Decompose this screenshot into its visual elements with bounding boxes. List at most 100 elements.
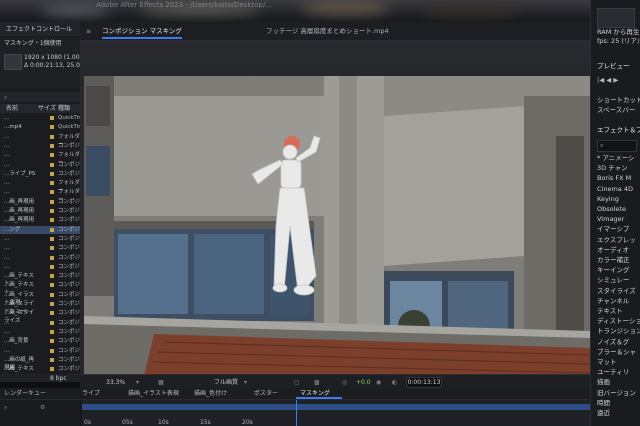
effect-category[interactable]: イマーシブ xyxy=(597,225,629,233)
project-item[interactable]: ... コンポジ xyxy=(0,161,80,169)
search-icon[interactable]: ⌕ xyxy=(4,94,7,101)
effect-category[interactable]: Vimager xyxy=(597,215,624,223)
chevron-down-icon[interactable]: ▾ xyxy=(136,379,139,386)
label-color-swatch[interactable] xyxy=(50,236,54,241)
project-item[interactable]: ...画_テキストコンポジ xyxy=(0,272,80,287)
project-item[interactable]: ...画_再現用 コンポジ xyxy=(0,198,80,206)
label-color-swatch[interactable] xyxy=(50,162,54,167)
column-name[interactable]: 名前 xyxy=(6,105,18,112)
label-color-swatch[interactable] xyxy=(50,357,54,362)
project-item[interactable]: ...画_再現用 コンポジ xyxy=(0,207,80,215)
label-color-swatch[interactable] xyxy=(50,190,54,195)
label-color-swatch[interactable] xyxy=(50,116,54,120)
project-item[interactable]: ...画_スライドショー コンポジ xyxy=(0,300,80,315)
transparency-grid-icon[interactable]: ▩ xyxy=(314,379,320,386)
label-color-swatch[interactable] xyxy=(50,367,54,372)
label-color-swatch[interactable] xyxy=(50,292,54,297)
layer-switches-icon[interactable]: ⚙ xyxy=(40,404,45,411)
effect-category[interactable]: チャンネル xyxy=(597,297,629,305)
label-color-swatch[interactable] xyxy=(50,227,54,232)
effect-category[interactable]: キーイング xyxy=(597,266,630,274)
label-color-swatch[interactable] xyxy=(50,311,54,316)
project-item[interactable]: ...画_イラスト表現 コンポジ xyxy=(0,291,80,306)
grid-icon[interactable]: ▦ xyxy=(158,379,164,386)
panel-title[interactable]: エフェクトコントロール xyxy=(6,26,72,33)
effect-category[interactable]: Keying xyxy=(597,195,619,203)
effect-category[interactable]: Obsolete xyxy=(597,205,626,213)
effect-category[interactable]: Cinema 4D xyxy=(597,185,633,193)
project-item[interactable]: ... コンポジ xyxy=(0,347,80,355)
project-item[interactable]: ...画_テキストコンポジ xyxy=(0,281,80,296)
label-color-swatch[interactable] xyxy=(50,125,54,130)
label-color-swatch[interactable] xyxy=(50,302,54,306)
project-item[interactable]: ... コンポジ xyxy=(0,328,80,336)
channel-icon[interactable]: ◐ xyxy=(392,379,397,386)
effects-search-input[interactable]: ⌕ xyxy=(597,140,637,152)
project-search-bar[interactable]: ⌕ xyxy=(0,92,80,102)
bpc-label[interactable]: 8 bpc xyxy=(50,375,67,382)
tab-poster[interactable]: ポスター xyxy=(254,390,278,398)
time-ruler[interactable]: 0s 05s 10s 15s 20s xyxy=(82,400,590,426)
project-item[interactable]: ...画_スタイライズ コンポジ xyxy=(0,309,80,324)
tab-render-queue[interactable]: レンダーキュー xyxy=(4,390,46,398)
play-controls-icon[interactable]: |◀ ◀ ▶ xyxy=(597,76,618,84)
tab-coloring[interactable]: 描画_色付け xyxy=(194,390,227,398)
effect-category[interactable]: ディストーション xyxy=(597,317,640,325)
composition-frame[interactable] xyxy=(84,76,590,374)
project-item[interactable]: ...ライブ_PS コンポジ xyxy=(0,170,80,178)
label-color-swatch[interactable] xyxy=(50,274,54,279)
label-color-swatch[interactable] xyxy=(50,339,54,344)
project-item[interactable]: ... コンポジ xyxy=(0,319,80,327)
project-item[interactable]: ... コンポジ xyxy=(0,235,80,243)
effect-category[interactable]: 3D チャン xyxy=(597,164,628,172)
tab-composition-masking[interactable]: コンポジション マスキング xyxy=(102,25,182,39)
label-color-swatch[interactable] xyxy=(50,199,54,204)
label-color-swatch[interactable] xyxy=(50,283,54,288)
effect-category[interactable]: ユーティリ xyxy=(597,368,629,376)
effect-category[interactable]: ノイズ＆グ xyxy=(597,338,629,346)
label-color-swatch[interactable] xyxy=(50,171,54,176)
search-icon[interactable]: ⌕ xyxy=(4,404,7,411)
label-color-swatch[interactable] xyxy=(50,218,54,223)
zoom-dropdown[interactable]: 33.3% xyxy=(106,379,125,386)
mask-icon[interactable]: ◎ xyxy=(342,379,347,386)
region-icon[interactable]: ▢ xyxy=(294,379,300,386)
project-item[interactable]: ...画_テキストコンポジ xyxy=(0,365,80,376)
effect-category[interactable]: 描画 xyxy=(597,378,610,386)
effect-category[interactable]: 時間 xyxy=(597,399,610,407)
label-color-swatch[interactable] xyxy=(50,264,54,269)
label-color-swatch[interactable] xyxy=(50,134,54,139)
effect-category[interactable]: シミュレー xyxy=(597,276,629,284)
effect-category[interactable]: オーディオ xyxy=(597,246,629,254)
tab-illustration[interactable]: 描画_イラスト表現 xyxy=(128,390,179,398)
work-area-bar[interactable] xyxy=(82,404,590,410)
exposure-value[interactable]: +0.0 xyxy=(356,379,371,386)
chevron-down-icon[interactable]: ▾ xyxy=(244,379,247,386)
effect-category[interactable]: 遠近 xyxy=(597,409,610,417)
camera-icon[interactable]: ◉ xyxy=(376,379,381,386)
effects-header[interactable]: エフェクト＆プリ xyxy=(597,126,640,134)
search-icon[interactable]: ⌕ xyxy=(600,142,603,149)
composition-viewer[interactable] xyxy=(80,40,590,374)
label-color-swatch[interactable] xyxy=(50,209,54,213)
shortcut-value[interactable]: スペースバー xyxy=(597,106,635,114)
effect-category[interactable]: トランジション xyxy=(597,327,640,335)
menu-icon[interactable]: ≡ xyxy=(86,28,91,35)
tab-footage[interactable]: フッテージ 高層扇度まとめショート.mp4 xyxy=(266,25,389,37)
project-item[interactable]: ... コンポジ xyxy=(0,244,80,252)
label-color-swatch[interactable] xyxy=(50,246,54,251)
column-type[interactable]: 種類 xyxy=(58,105,70,112)
label-color-swatch[interactable] xyxy=(50,329,54,334)
project-item[interactable]: ... コンポジ xyxy=(0,263,80,271)
project-item[interactable]: ... QuickTime xyxy=(0,114,80,122)
column-size[interactable]: サイズ xyxy=(38,105,56,112)
effect-category[interactable]: エクスプレッ xyxy=(597,236,636,244)
project-item[interactable]: ... フォルダー xyxy=(0,133,80,148)
label-color-swatch[interactable] xyxy=(50,153,54,158)
project-item[interactable]: ...画_再現用 コンポジ xyxy=(0,216,80,224)
label-color-swatch[interactable] xyxy=(50,320,54,325)
project-item[interactable]: ... コンポジ xyxy=(0,142,80,150)
project-item[interactable]: ... フォルダー xyxy=(0,188,80,203)
project-item[interactable]: ... フォルダー xyxy=(0,151,80,166)
project-item[interactable]: ...mp4 QuickTime xyxy=(0,123,80,131)
